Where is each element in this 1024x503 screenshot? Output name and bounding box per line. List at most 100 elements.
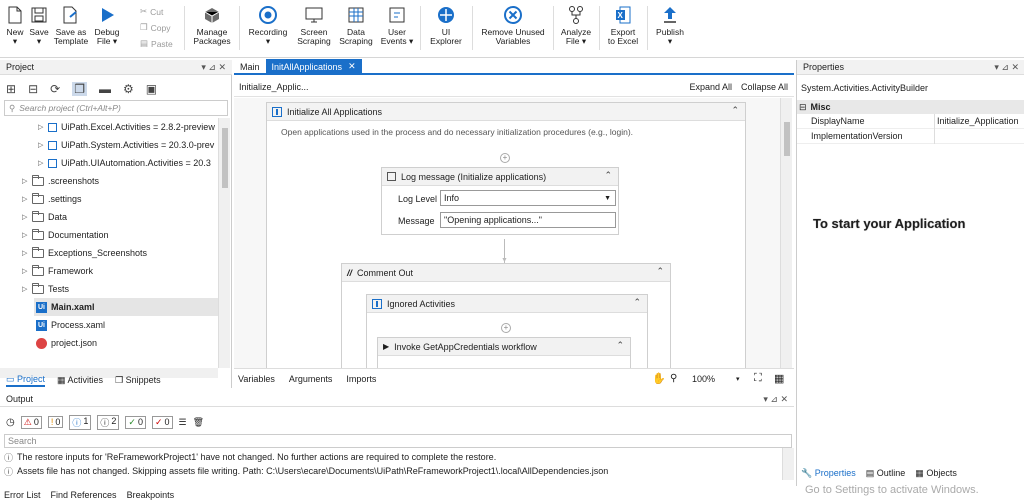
tree-item-pkg[interactable]: ▷ UiPath.UIAutomation.Activities = 20.3 [38, 154, 211, 172]
tab-project[interactable]: ▭ Project [6, 374, 46, 387]
collapse-all-icon[interactable]: ⊟ [28, 82, 38, 96]
refresh-icon[interactable]: ⟳ [50, 82, 60, 96]
paste-button[interactable]: ▤ Paste [140, 38, 173, 49]
tree-item-pkg[interactable]: ▷ UiPath.Excel.Activities = 2.8.2-preview [38, 118, 215, 136]
tab-snippets[interactable]: ❒ Snippets [115, 375, 161, 386]
data-scraping-button[interactable]: Data Scraping [336, 2, 376, 56]
message-input[interactable]: "Opening applications..." [440, 212, 616, 228]
imports-tab[interactable]: Imports [346, 374, 376, 384]
manage-packages-button[interactable]: Manage Packages [192, 2, 232, 56]
expand-arrow-icon[interactable]: ▷ [38, 159, 46, 167]
designer-scrollbar[interactable] [780, 98, 792, 368]
save-button[interactable]: Save ▾ [28, 2, 50, 56]
expand-arrow-icon[interactable]: ▷ [22, 267, 30, 275]
pin-icon[interactable]: ▾ ⊿ ✕ [201, 62, 226, 73]
tab-breakpoints[interactable]: Breakpoints [127, 490, 175, 500]
export-to-excel-button[interactable]: X Export to Excel [604, 2, 642, 56]
collapse-chevron-icon[interactable]: ⌃ [616, 340, 624, 351]
screen-scraping-button[interactable]: Screen Scraping [294, 2, 334, 56]
tab-main[interactable]: Main [234, 59, 266, 74]
project-search-input[interactable]: ⚲ Search project (Ctrl+Alt+P) [4, 100, 228, 116]
expand-arrow-icon[interactable]: ▷ [22, 213, 30, 221]
tree-item-json[interactable]: project.json [34, 334, 97, 352]
tree-item-xaml[interactable]: Ui Main.xaml [34, 298, 218, 316]
add-activity-icon[interactable]: + [500, 153, 510, 163]
filter-failed-toggle[interactable]: ✓ 0 [151, 415, 173, 429]
filter-list-icon[interactable]: ☰ [179, 417, 187, 428]
tree-item-folder[interactable]: ▷ .screenshots [22, 172, 99, 190]
tree-item-xaml[interactable]: Ui Process.xaml [34, 316, 105, 334]
tab-error-list[interactable]: Error List [4, 490, 41, 500]
breadcrumb[interactable]: Initialize_Applic... [239, 82, 309, 92]
property-value-input[interactable] [934, 129, 1024, 144]
tree-item-folder[interactable]: ▷ Exceptions_Screenshots [22, 244, 147, 262]
overview-icon[interactable]: ▦ [774, 372, 784, 385]
project-image-icon[interactable]: ▣ [146, 82, 157, 96]
comment-out-activity[interactable]: // Comment Out ⌃ Ignored Activities ⌃ + … [341, 263, 671, 368]
expand-arrow-icon[interactable]: ▷ [38, 123, 46, 131]
filter-trace-toggle[interactable]: ⓘ 2 [97, 414, 120, 430]
debug-button[interactable]: Debug File ▾ [92, 2, 122, 56]
collapse-chevron-icon[interactable]: ⌃ [731, 105, 739, 116]
tree-item-folder[interactable]: ▷ Documentation [22, 226, 109, 244]
zoom-search-icon[interactable]: ⚲ [670, 373, 677, 384]
expand-all-icon[interactable]: ⊞ [6, 82, 16, 96]
tree-item-pkg[interactable]: ▷ UiPath.System.Activities = 20.3.0-prev [38, 136, 214, 154]
filter-warnings-toggle[interactable]: ! 0 [47, 416, 64, 428]
scrollbar-thumb[interactable] [784, 122, 790, 156]
tree-item-folder[interactable]: ▷ .settings [22, 190, 82, 208]
publish-button[interactable]: Publish ▾ [652, 2, 688, 56]
property-value-input[interactable]: Initialize_Application [934, 114, 1024, 129]
tab-outline[interactable]: ▤ Outline [866, 468, 906, 479]
cut-button[interactable]: ✂ Cut [140, 6, 163, 17]
close-tab-icon[interactable]: ✕ [348, 61, 356, 72]
tree-item-folder[interactable]: ▷ Framework [22, 262, 93, 280]
pin-icon[interactable]: ▾ ⊿ ✕ [763, 394, 788, 405]
log-level-select[interactable]: Info ▼ [440, 190, 616, 206]
variables-tab[interactable]: Variables [238, 374, 275, 384]
expand-arrow-icon[interactable]: ▷ [38, 141, 46, 149]
sequence-initialize-all-applications[interactable]: Initialize All Applications ⌃ Open appli… [266, 102, 746, 368]
expand-arrow-icon[interactable]: ▷ [22, 195, 30, 203]
expand-arrow-icon[interactable]: ▷ [22, 177, 30, 185]
settings-gear-icon[interactable]: ⚙ [123, 82, 134, 96]
invoke-workflow-activity[interactable]: ▶ Invoke GetAppCredentials workflow ⌃ [377, 337, 631, 368]
expand-all-link[interactable]: Expand All [689, 82, 732, 92]
ui-explorer-button[interactable]: UI Explorer [426, 2, 466, 56]
scrollbar-thumb[interactable] [222, 128, 228, 188]
collapse-chevron-icon[interactable]: ⌃ [604, 170, 612, 181]
trash-icon[interactable]: 🗑 [193, 417, 204, 428]
properties-category-misc[interactable]: ⊟ Misc [797, 100, 1024, 114]
expand-arrow-icon[interactable]: ▷ [22, 249, 30, 257]
log-message-activity[interactable]: Log message (Initialize applications) ⌃ … [381, 167, 619, 235]
analyze-file-button[interactable]: Analyze File ▾ [558, 2, 594, 56]
expand-arrow-icon[interactable]: ▷ [22, 231, 30, 239]
open-folder-icon[interactable]: ▬ [99, 82, 111, 96]
arguments-tab[interactable]: Arguments [289, 374, 333, 384]
copy-button[interactable]: ❐ Copy [140, 22, 170, 33]
user-events-button[interactable]: User Events ▾ [378, 2, 416, 56]
pin-icon[interactable]: ▾ ⊿ ✕ [994, 62, 1019, 73]
filter-success-toggle[interactable]: ✓ 0 [125, 415, 146, 429]
zoom-level[interactable]: 100% [692, 374, 715, 384]
hand-pan-icon[interactable]: ✋ [652, 372, 666, 385]
tab-objects[interactable]: ▦ Objects [915, 468, 957, 479]
tab-activities[interactable]: ▦ Activities [57, 375, 103, 386]
recording-button[interactable]: Recording ▾ [246, 2, 290, 56]
expand-arrow-icon[interactable]: ▷ [22, 285, 30, 293]
tree-item-folder[interactable]: ▷ Data [22, 208, 67, 226]
tree-item-folder[interactable]: ▷ Tests [22, 280, 69, 298]
ignored-activities-sequence[interactable]: Ignored Activities ⌃ + ▶ Invoke GetAppCr… [366, 294, 648, 368]
show-all-files-icon[interactable]: ❐ [72, 82, 87, 96]
zoom-dropdown-chevron-icon[interactable]: ▾ [736, 375, 740, 383]
save-as-template-button[interactable]: Save as Template [53, 2, 89, 56]
collapse-all-link[interactable]: Collapse All [741, 82, 788, 92]
filter-info-toggle[interactable]: ⓘ 1 [69, 414, 92, 430]
collapse-chevron-icon[interactable]: ⌃ [656, 266, 664, 277]
tab-properties[interactable]: 🔧 Properties [801, 468, 856, 479]
add-activity-icon[interactable]: + [501, 323, 511, 333]
tab-find-references[interactable]: Find References [51, 490, 117, 500]
output-message-row[interactable]: ⓘ Assets file has not changed. Skipping … [4, 464, 780, 478]
tab-initallapplications[interactable]: InitAllApplications ✕ [265, 59, 362, 74]
fit-to-screen-icon[interactable]: ⛶ [754, 372, 762, 385]
